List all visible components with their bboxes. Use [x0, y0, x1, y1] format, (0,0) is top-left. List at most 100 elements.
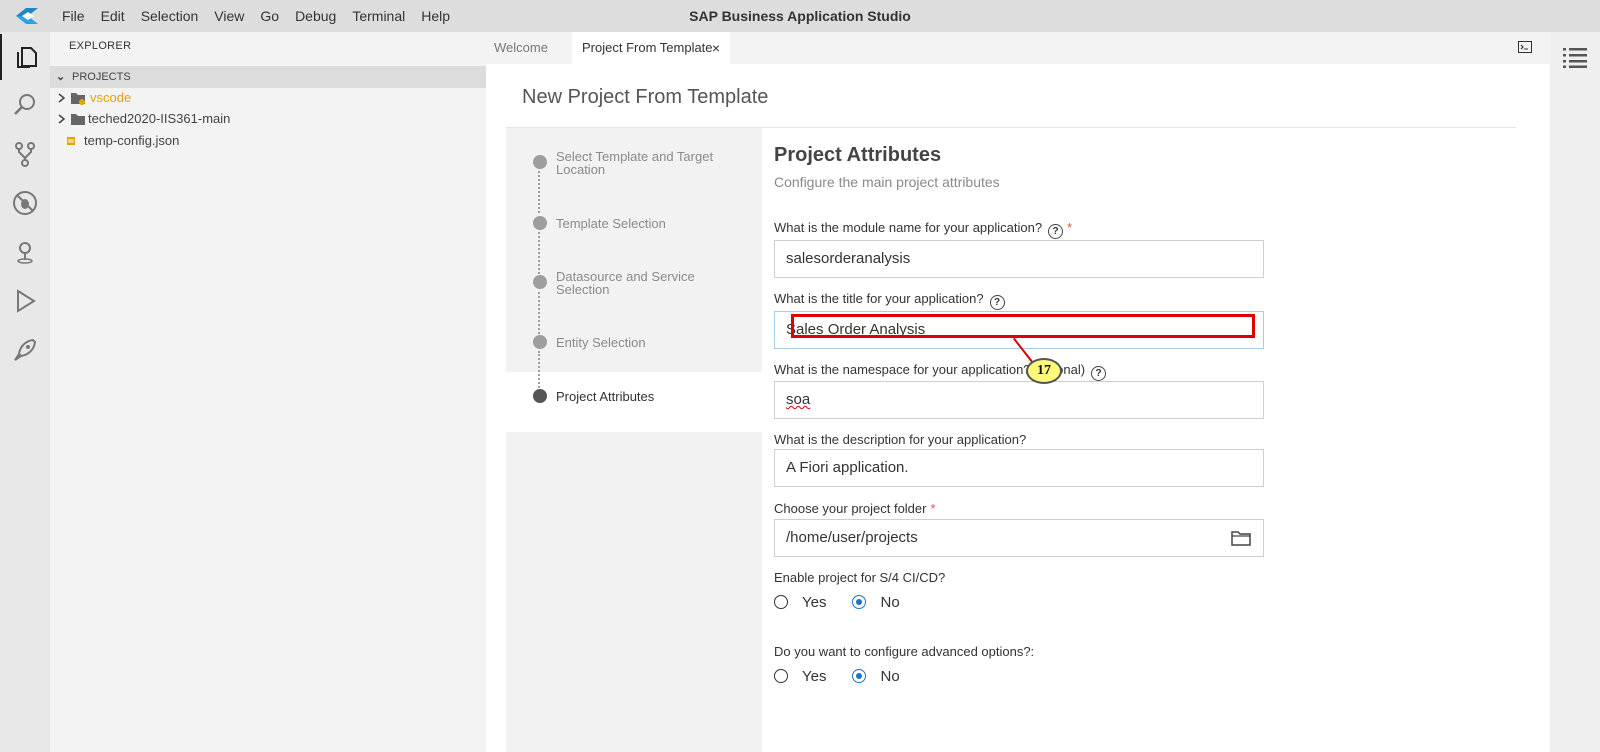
source-control-button[interactable] — [0, 131, 50, 177]
folder-icon — [71, 114, 85, 125]
terminal-icon[interactable] — [1518, 41, 1532, 53]
step-dot — [533, 216, 547, 230]
question-text: Do you want to configure advanced option… — [774, 644, 1035, 659]
chevron-down-icon: ⌄ — [56, 71, 66, 83]
tab-welcome[interactable]: Welcome — [486, 32, 578, 64]
editor-tabs: Welcome Project From Template × — [486, 32, 1550, 64]
chevron-right-icon — [58, 114, 66, 124]
json-file-icon — [67, 137, 75, 145]
step-connector — [538, 351, 540, 391]
step-dot — [533, 155, 547, 169]
debug-button[interactable] — [0, 180, 50, 226]
namespace-input[interactable]: soa — [774, 381, 1264, 419]
question-text: What is the description for your applica… — [774, 432, 1027, 447]
tree-item-label: vscode — [90, 90, 132, 105]
namespace-value: soa — [786, 391, 811, 408]
advanced-no-radio[interactable] — [852, 669, 867, 683]
right-rail — [1550, 32, 1600, 752]
radio-label-no[interactable]: No — [880, 668, 899, 685]
menu-terminal[interactable]: Terminal — [344, 8, 413, 24]
files-icon — [17, 47, 37, 68]
tab-label: Welcome — [494, 40, 548, 55]
close-icon[interactable]: × — [712, 32, 720, 64]
tree-item-label: temp-config.json — [84, 133, 180, 148]
projects-section-header[interactable]: ⌄ PROJECTS — [50, 66, 486, 88]
run-button[interactable] — [0, 278, 50, 324]
activity-bar — [0, 32, 50, 752]
explorer-sidebar: EXPLORER ⌄ PROJECTS vscode teched2020-II… — [50, 32, 486, 752]
required-marker: * — [930, 501, 936, 516]
menu-debug[interactable]: Debug — [287, 8, 344, 24]
title-label: What is the title for your application?? — [774, 291, 1005, 310]
menu-go[interactable]: Go — [252, 8, 287, 24]
search-button[interactable] — [0, 82, 50, 128]
help-icon[interactable]: ? — [989, 295, 1005, 310]
title-bar: File Edit Selection View Go Debug Termin… — [0, 0, 1600, 33]
question-text: Choose your project folder — [774, 501, 927, 516]
source-control-icon — [15, 142, 35, 167]
location-button[interactable] — [0, 229, 50, 275]
sap-bas-logo-icon — [16, 8, 38, 24]
step-connector — [538, 292, 540, 334]
tree-item-vscode[interactable]: vscode — [50, 87, 486, 109]
folder-warning-icon — [71, 93, 85, 105]
advanced-yes-radio[interactable] — [774, 669, 788, 683]
deploy-button[interactable] — [0, 327, 50, 373]
radio-label-no[interactable]: No — [880, 594, 899, 611]
folder-open-icon[interactable] — [1231, 530, 1251, 546]
form-title: Project Attributes — [774, 144, 942, 166]
step-dot-current — [533, 389, 547, 403]
help-icon[interactable]: ? — [1091, 366, 1107, 381]
sidebar-title: EXPLORER — [69, 40, 132, 52]
module-name-label: What is the module name for your applica… — [774, 220, 1072, 239]
search-icon — [14, 94, 35, 115]
annotation-highlight-box — [791, 314, 1255, 338]
menu-edit[interactable]: Edit — [93, 8, 133, 24]
advanced-label: Do you want to configure advanced option… — [774, 644, 1034, 659]
cicd-label: Enable project for S/4 CI/CD? — [774, 570, 945, 585]
annotation-step-badge: 17 — [1026, 358, 1062, 384]
help-icon[interactable]: ? — [1048, 224, 1064, 239]
cicd-no-radio[interactable] — [852, 595, 867, 609]
no-debug-icon — [13, 191, 37, 215]
menu-file[interactable]: File — [54, 8, 93, 24]
step-project-attributes[interactable]: Project Attributes — [556, 390, 654, 403]
location-pin-icon — [17, 242, 33, 264]
tree-item-temp-config[interactable]: temp-config.json — [50, 130, 486, 152]
radio-label-yes[interactable]: Yes — [802, 668, 826, 685]
cicd-yes-radio[interactable] — [774, 595, 788, 609]
advanced-radio-group: Yes No — [774, 666, 926, 686]
question-text: Enable project for S/4 CI/CD? — [774, 570, 946, 585]
form-subtitle: Configure the main project attributes — [774, 174, 1000, 190]
menu-help[interactable]: Help — [413, 8, 458, 24]
question-text: What is the module name for your applica… — [774, 220, 1043, 235]
project-folder-input[interactable]: /home/user/projects — [774, 519, 1264, 557]
run-icon — [17, 289, 36, 313]
chevron-right-icon — [58, 93, 66, 103]
description-label: What is the description for your applica… — [774, 432, 1026, 447]
step-entity-selection[interactable]: Entity Selection — [556, 336, 646, 349]
outline-list-icon[interactable] — [1562, 46, 1588, 68]
step-template-selection[interactable]: Template Selection — [556, 217, 666, 230]
explorer-button[interactable] — [0, 34, 52, 80]
step-datasource[interactable]: Datasource and Service Selection — [556, 270, 706, 296]
tree-item-teched[interactable]: teched2020-IIS361-main — [50, 108, 486, 130]
cicd-radio-group: Yes No — [774, 592, 926, 612]
tab-project-from-template[interactable]: Project From Template × — [572, 32, 730, 64]
tree-item-label: teched2020-IIS361-main — [88, 111, 231, 126]
page-title: New Project From Template — [522, 86, 769, 108]
description-input[interactable]: A Fiori application. — [774, 449, 1264, 487]
rocket-icon — [14, 338, 37, 361]
required-marker: * — [1067, 220, 1073, 235]
menu-view[interactable]: View — [206, 8, 252, 24]
step-dot — [533, 335, 547, 349]
step-select-template[interactable]: Select Template and Target Location — [556, 150, 731, 176]
question-text: What is the title for your application? — [774, 291, 984, 306]
menu-selection[interactable]: Selection — [133, 8, 207, 24]
folder-label: Choose your project folder * — [774, 501, 936, 516]
module-name-input[interactable]: salesorderanalysis — [774, 240, 1264, 278]
folder-path: /home/user/projects — [786, 529, 918, 546]
question-text: What is the namespace for your applicati… — [774, 362, 1031, 377]
radio-label-yes[interactable]: Yes — [802, 594, 826, 611]
projects-section-label: PROJECTS — [72, 71, 131, 83]
